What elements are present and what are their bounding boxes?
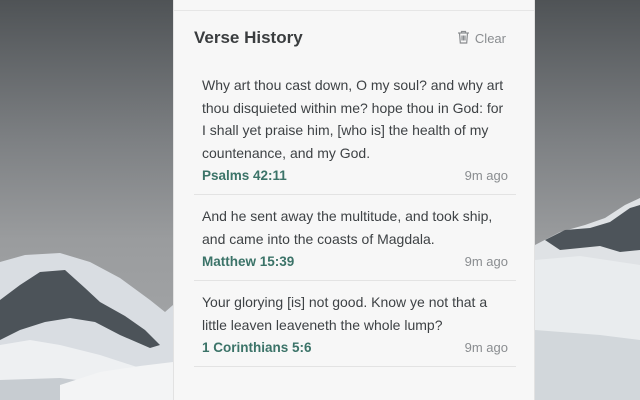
history-item[interactable]: Why art thou cast down, O my soul? and w…	[194, 64, 516, 195]
verse-timestamp: 9m ago	[464, 168, 508, 183]
history-list: Why art thou cast down, O my soul? and w…	[194, 64, 516, 367]
verse-reference[interactable]: 1 Corinthians 5:6	[202, 340, 312, 355]
panel-title: Verse History	[194, 28, 303, 47]
verse-timestamp: 9m ago	[464, 254, 508, 269]
verse-text: Your glorying [is] not good. Know ye not…	[202, 294, 488, 333]
history-item[interactable]: And he sent away the multitude, and took…	[194, 195, 516, 281]
trash-icon	[457, 30, 470, 47]
verse-meta: Matthew 15:39 9m ago	[202, 254, 508, 269]
panel-divider	[174, 10, 534, 11]
verse-text: Why art thou cast down, O my soul? and w…	[202, 77, 504, 161]
verse-reference[interactable]: Psalms 42:11	[202, 168, 287, 183]
verse-text: And he sent away the multitude, and took…	[202, 208, 493, 247]
clear-button[interactable]: Clear	[457, 30, 506, 47]
verse-timestamp: 9m ago	[464, 340, 508, 355]
history-item[interactable]: Your glorying [is] not good. Know ye not…	[194, 281, 516, 367]
clear-label: Clear	[474, 30, 506, 46]
panel-header: Verse History Clear	[194, 26, 506, 50]
verse-history-panel: Verse History Clear Why art thou cast do…	[173, 0, 535, 400]
verse-reference[interactable]: Matthew 15:39	[202, 254, 294, 269]
verse-meta: 1 Corinthians 5:6 9m ago	[202, 340, 508, 355]
verse-meta: Psalms 42:11 9m ago	[202, 168, 508, 183]
